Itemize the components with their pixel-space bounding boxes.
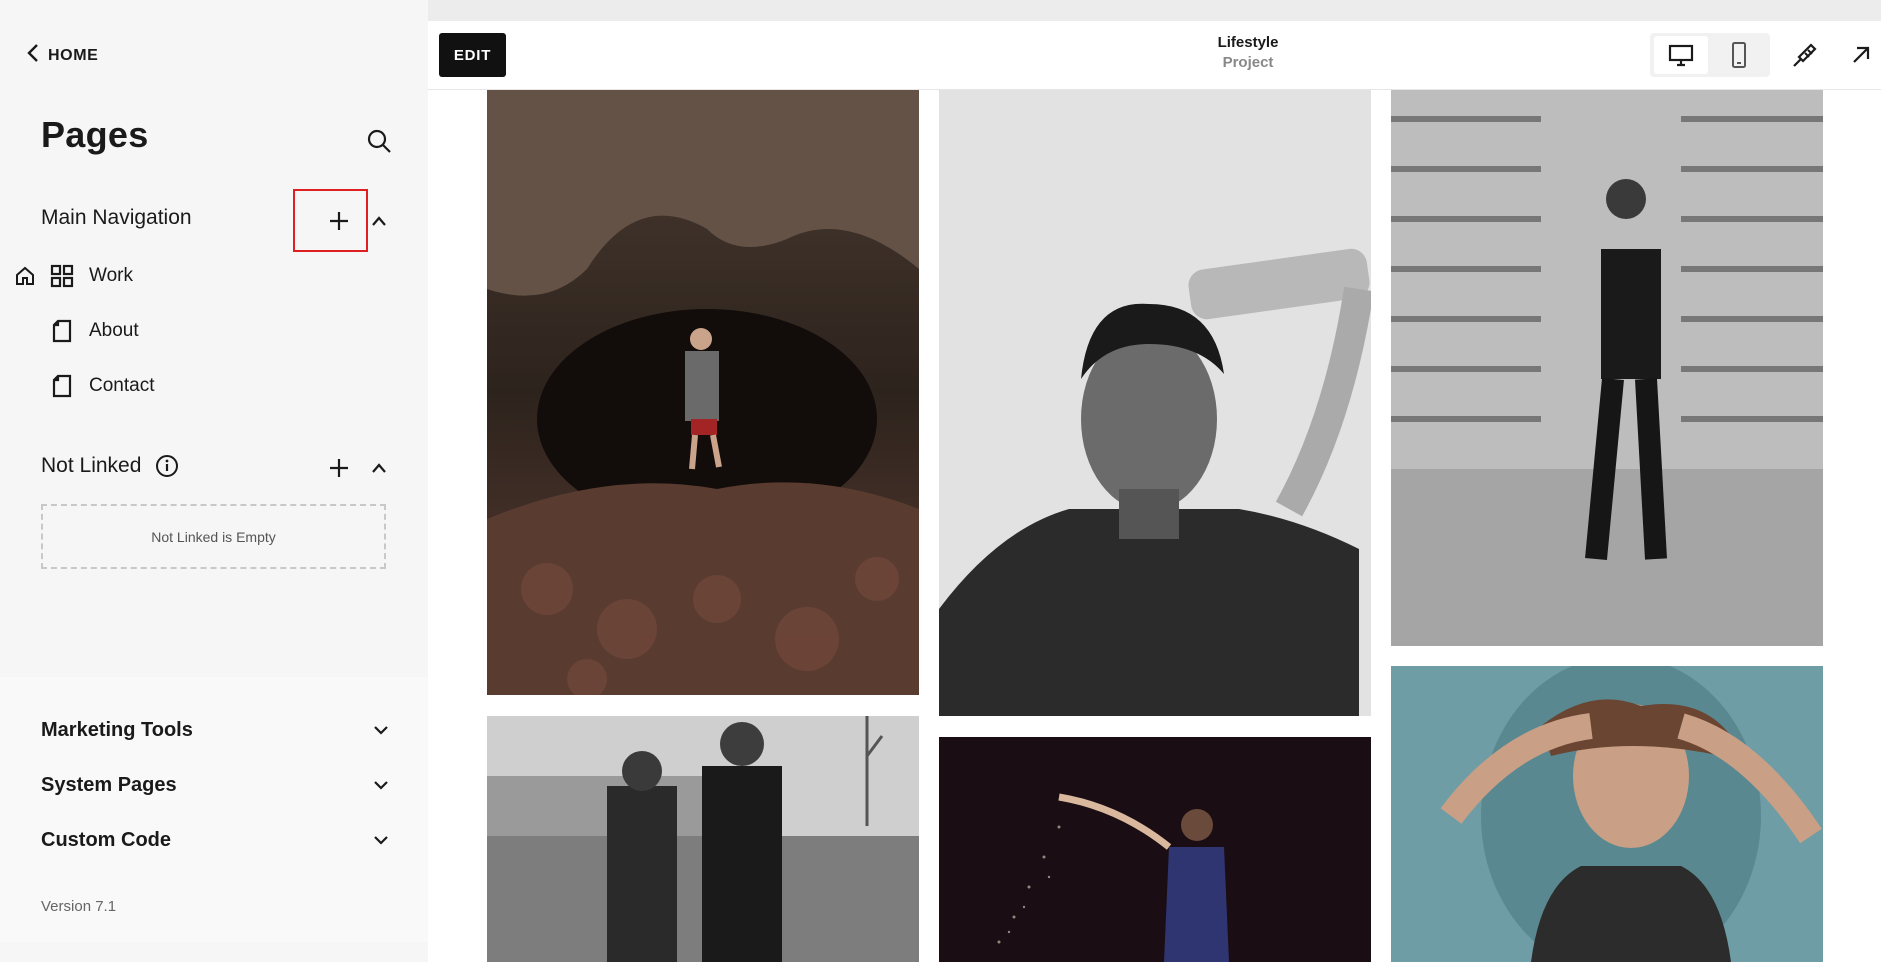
section-label: Custom Code xyxy=(41,828,171,851)
mobile-view-button[interactable] xyxy=(1712,36,1766,74)
info-icon[interactable] xyxy=(155,454,179,478)
device-toggle xyxy=(1650,33,1770,77)
nav-item-about[interactable]: About xyxy=(0,309,410,353)
desktop-view-button[interactable] xyxy=(1654,36,1708,74)
collapse-main-nav-button[interactable] xyxy=(367,209,391,233)
version-label: Version 7.1 xyxy=(41,898,117,915)
section-label: System Pages xyxy=(41,773,177,796)
gallery-image-water-splash[interactable] xyxy=(939,89,1371,716)
gallery-image-bleachers[interactable] xyxy=(1391,89,1823,646)
panel-title: Pages xyxy=(41,114,149,155)
arrow-up-right-icon xyxy=(1853,46,1870,63)
search-icon xyxy=(367,129,391,153)
empty-state-text: Not Linked is Empty xyxy=(151,528,276,545)
chevron-left-icon xyxy=(26,44,40,67)
plus-icon xyxy=(330,212,348,230)
design-tools-button[interactable] xyxy=(1785,35,1825,75)
pages-sidebar: HOME Pages Main Navigation Work About Co… xyxy=(0,0,428,962)
section-label: Marketing Tools xyxy=(41,718,193,741)
open-site-button[interactable] xyxy=(1841,35,1881,75)
not-linked-empty-state: Not Linked is Empty xyxy=(41,504,386,569)
main-navigation-heading: Main Navigation xyxy=(41,206,192,230)
main-navigation-label: Main Navigation xyxy=(41,206,192,229)
chevron-down-icon xyxy=(374,726,388,735)
mobile-icon xyxy=(1732,42,1746,68)
add-page-main-nav-button[interactable] xyxy=(324,206,354,236)
gallery-image-sparkle-dancer[interactable] xyxy=(939,737,1371,962)
desktop-icon xyxy=(1668,44,1694,67)
back-home-label: HOME xyxy=(48,46,99,64)
gallery-image-walking-pair[interactable] xyxy=(487,716,919,962)
collapse-not-linked-button[interactable] xyxy=(367,456,391,480)
not-linked-label: Not Linked xyxy=(41,454,142,477)
gallery-image-cave-climber[interactable] xyxy=(487,89,919,695)
nav-item-label: About xyxy=(89,320,139,341)
chevron-down-icon xyxy=(374,781,388,790)
preview-toolbar: EDIT Lifestyle Project xyxy=(428,21,1881,90)
grid-icon xyxy=(50,264,74,288)
page-icon xyxy=(52,319,72,343)
page-title: Lifestyle xyxy=(1217,34,1279,51)
page-type-label: Project xyxy=(1222,54,1274,71)
site-preview: EDIT Lifestyle Project xyxy=(428,21,1881,962)
nav-item-work[interactable]: Work xyxy=(0,254,410,298)
home-icon xyxy=(16,266,34,285)
chevron-up-icon xyxy=(372,216,386,226)
gallery-image-laughing-woman[interactable] xyxy=(1391,666,1823,962)
chevron-down-icon xyxy=(374,836,388,845)
chevron-up-icon xyxy=(372,463,386,473)
section-marketing-tools[interactable]: Marketing Tools xyxy=(41,713,391,747)
plus-icon xyxy=(330,459,348,477)
section-system-pages[interactable]: System Pages xyxy=(41,768,391,802)
search-pages-button[interactable] xyxy=(365,127,393,155)
nav-item-contact[interactable]: Contact xyxy=(0,364,410,408)
back-home-link[interactable]: HOME xyxy=(26,44,98,67)
page-icon xyxy=(52,374,72,398)
nav-item-label: Work xyxy=(89,265,133,286)
edit-button[interactable]: EDIT xyxy=(439,33,506,77)
nav-item-label: Contact xyxy=(89,375,155,396)
paintbrush-icon xyxy=(1793,43,1817,67)
not-linked-heading: Not Linked xyxy=(41,454,179,478)
section-custom-code[interactable]: Custom Code xyxy=(41,823,391,857)
add-page-not-linked-button[interactable] xyxy=(324,453,354,483)
